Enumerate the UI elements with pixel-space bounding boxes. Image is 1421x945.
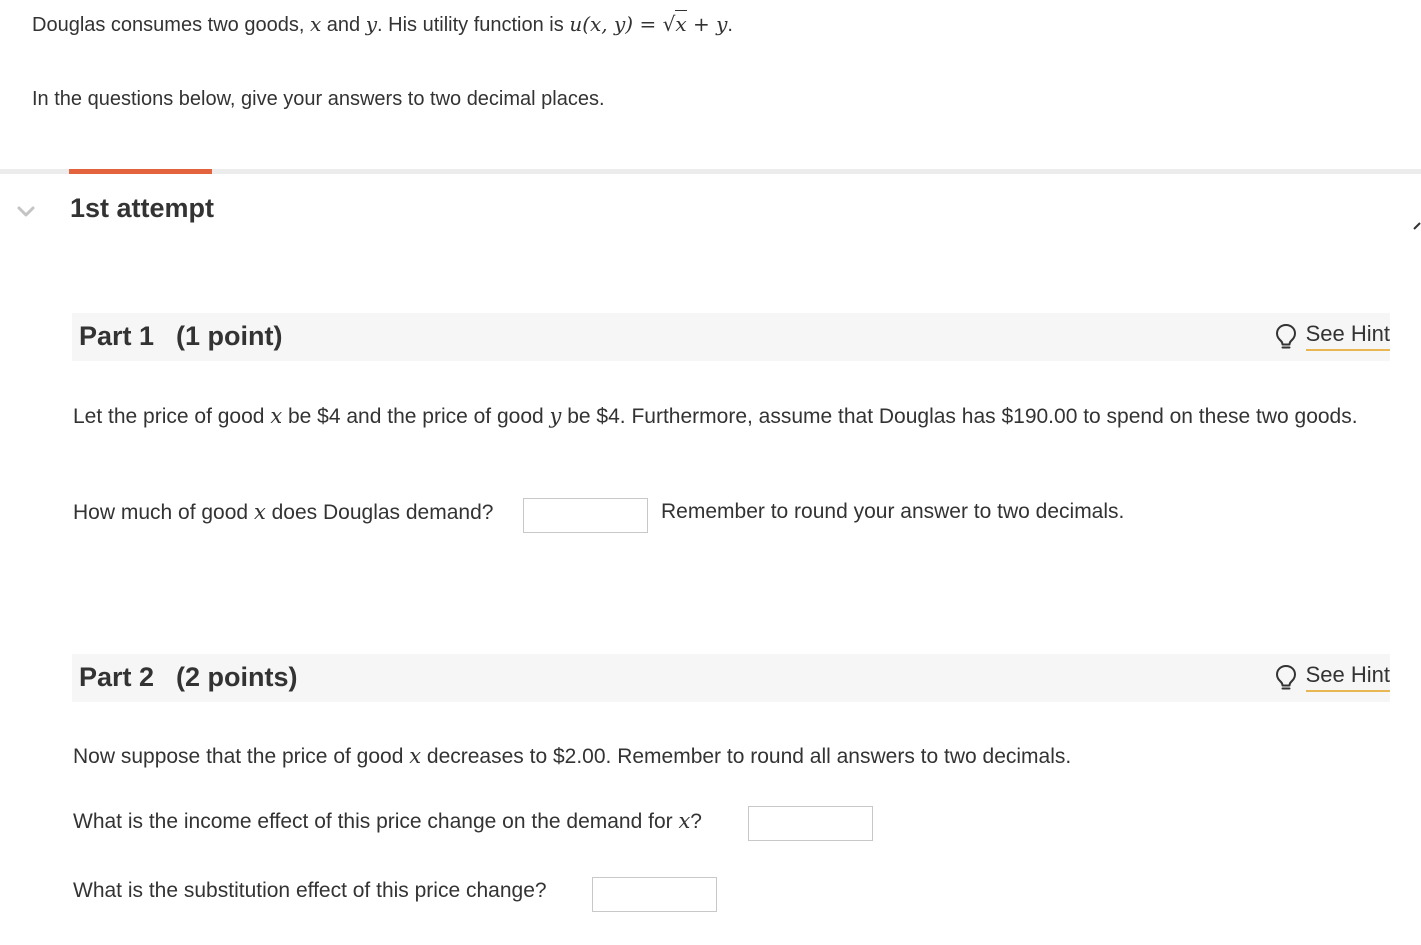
attempt-tab-track — [0, 169, 1421, 174]
plus-y: + y — [686, 12, 728, 36]
attempt-title: 1st attempt — [70, 193, 215, 223]
statement-text: and — [321, 14, 366, 36]
see-hint-label[interactable]: See Hint — [1305, 321, 1390, 351]
sqrt-icon: √ — [662, 12, 676, 36]
sqrt-expression: √x — [662, 10, 687, 37]
see-hint-label[interactable]: See Hint — [1305, 662, 1390, 692]
part-2-title: Part 2 (2 points) — [79, 662, 298, 693]
part-label: Part 2 — [79, 662, 155, 692]
rounding-reminder: Remember to round your answer to two dec… — [661, 500, 1125, 523]
question-text: does Douglas demand? — [265, 501, 494, 524]
chevron-down-icon[interactable] — [16, 202, 36, 222]
substitution-effect-question: What is the substitution effect of this … — [73, 879, 547, 902]
lightbulb-icon — [1275, 665, 1296, 690]
math-x: x — [678, 809, 691, 833]
math-y: y — [549, 404, 562, 428]
instructions: In the questions below, give your answer… — [32, 88, 605, 110]
part-2-prompt: Now suppose that the price of good x dec… — [73, 740, 1071, 773]
income-effect-question: What is the income effect of this price … — [73, 805, 702, 838]
part-label: Part 1 — [79, 321, 155, 351]
lightbulb-icon — [1275, 324, 1296, 349]
see-hint-button[interactable]: See Hint — [1275, 321, 1390, 355]
statement-text: . His utility function is — [377, 14, 570, 36]
part-1-question: How much of good x does Douglas demand? — [73, 496, 493, 529]
math-x: x — [270, 404, 283, 428]
prompt-text: Let the price of good — [73, 405, 271, 428]
statement-text: Douglas consumes two goods, — [32, 14, 310, 36]
see-hint-button[interactable]: See Hint — [1275, 662, 1390, 696]
part-1-title: Part 1 (1 point) — [79, 321, 283, 352]
problem-statement: Douglas consumes two goods, x and y. His… — [32, 10, 733, 37]
question-text: ? — [690, 810, 702, 833]
active-tab-indicator — [69, 169, 212, 174]
part-points: (2 points) — [176, 662, 298, 692]
question-text: What is the income effect of this price … — [73, 810, 679, 833]
prompt-text: decreases to $2.00. Remember to round al… — [421, 745, 1072, 768]
math-x: x — [409, 744, 422, 768]
part-points: (1 point) — [176, 321, 283, 351]
math-x: x — [309, 12, 322, 36]
corner-mark-icon — [1413, 222, 1421, 230]
part-1-header: Part 1 (1 point) See Hint — [72, 313, 1390, 361]
income-effect-input[interactable] — [748, 806, 873, 841]
math-x: x — [253, 500, 266, 524]
equals-sign: = — [633, 12, 663, 36]
statement-period: . — [727, 14, 733, 36]
sqrt-argument: x — [675, 10, 687, 36]
problem-page: Douglas consumes two goods, x and y. His… — [0, 0, 1421, 945]
math-y: y — [365, 12, 378, 36]
part-1-answer-input[interactable] — [523, 498, 648, 533]
prompt-text: be $4 and the price of good — [282, 405, 550, 428]
part-1-prompt: Let the price of good x be $4 and the pr… — [73, 400, 1373, 433]
prompt-text: Now suppose that the price of good — [73, 745, 410, 768]
question-text: How much of good — [73, 501, 254, 524]
utility-lhs: u(x, y) — [569, 12, 634, 36]
part-2-header: Part 2 (2 points) See Hint — [72, 654, 1390, 702]
substitution-effect-input[interactable] — [592, 877, 717, 912]
prompt-text: be $4. Furthermore, assume that Douglas … — [561, 405, 1358, 428]
